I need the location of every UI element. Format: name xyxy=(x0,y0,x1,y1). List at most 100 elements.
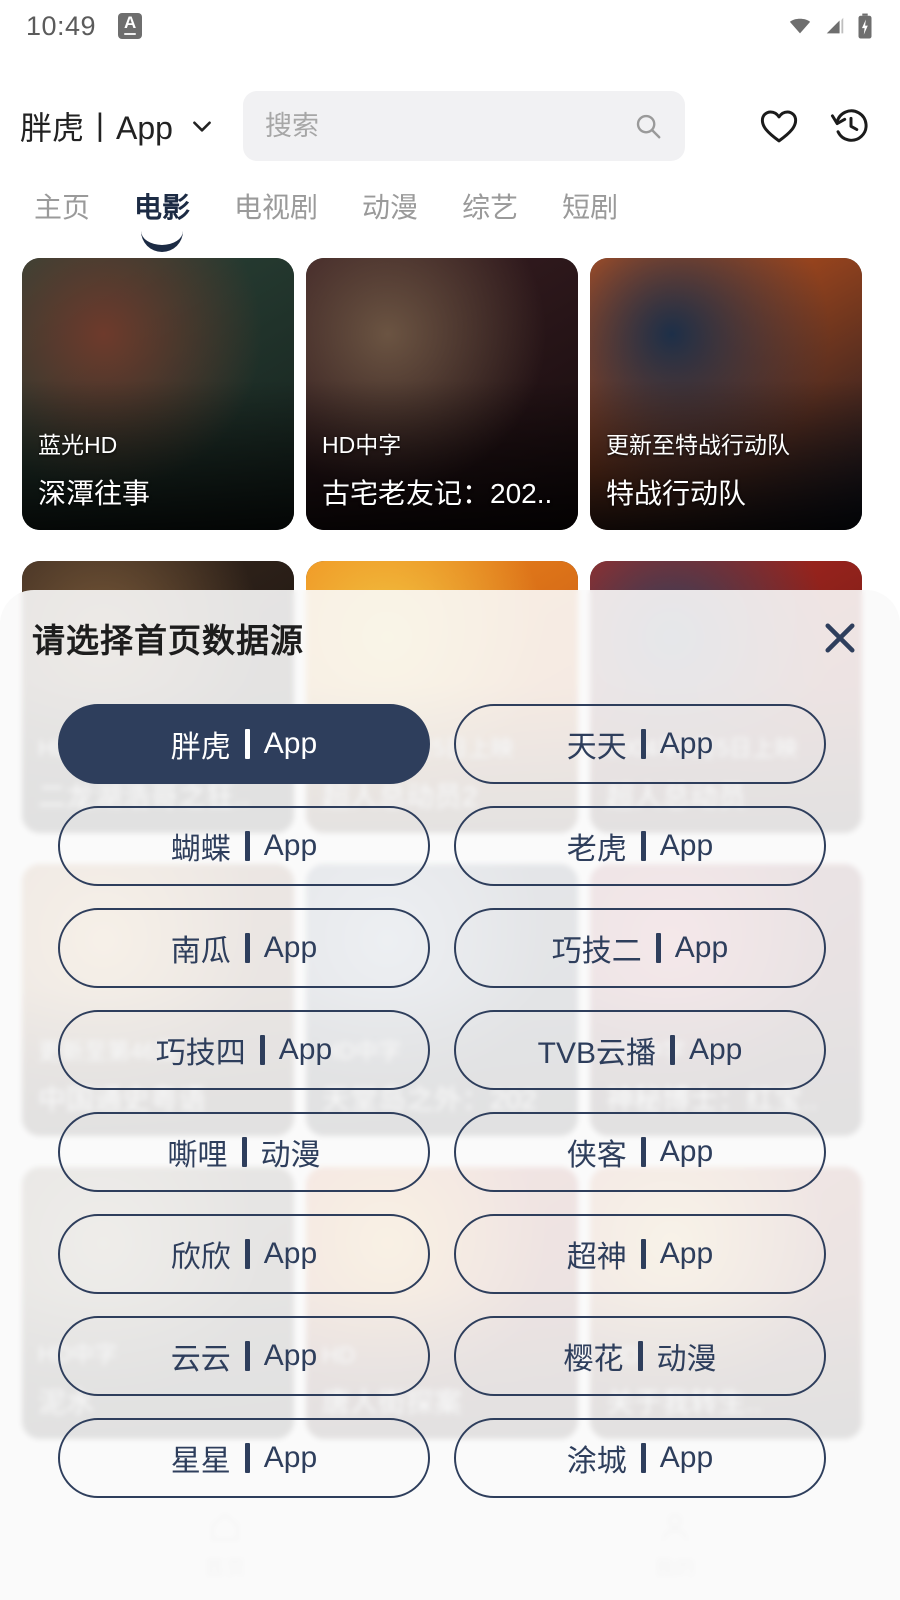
status-bar: 10:49 A xyxy=(0,0,900,52)
option-name: 涂城 xyxy=(566,1445,627,1478)
close-button[interactable] xyxy=(812,610,868,666)
data-source-option[interactable]: 胖虎 App xyxy=(58,704,430,784)
search-input[interactable] xyxy=(264,110,633,142)
option-kind: App xyxy=(674,931,729,964)
poster-badge: 更新至特战行动队 xyxy=(606,432,790,458)
data-source-option[interactable]: 云云 App xyxy=(58,1316,430,1396)
poster-title: 深潭往事 xyxy=(38,478,151,509)
option-kind: App xyxy=(263,1237,318,1270)
history-icon[interactable] xyxy=(830,105,872,147)
option-separator xyxy=(640,1443,646,1473)
signal-icon xyxy=(826,17,844,34)
status-icons xyxy=(786,13,874,39)
data-source-sheet: 请选择首页数据源 胖虎 App 天天 App 蝴蝶 App 老虎 App 南瓜 App 巧技二 App… xyxy=(0,590,900,1600)
option-kind: App xyxy=(659,829,714,862)
option-name: 天天 xyxy=(566,731,627,764)
option-separator xyxy=(241,1137,247,1167)
source-picker-button[interactable]: 胖虎丨App xyxy=(20,103,215,149)
option-separator xyxy=(669,1035,675,1065)
poster-card[interactable]: 蓝光HD 深潭往事 xyxy=(22,258,294,530)
data-source-option[interactable]: 巧技四 App xyxy=(58,1010,430,1090)
wifi-icon xyxy=(789,18,811,34)
option-separator xyxy=(244,1239,250,1269)
option-name: 巧技四 xyxy=(155,1037,246,1070)
tab-5[interactable]: 短剧 xyxy=(562,186,618,226)
option-kind: App xyxy=(659,1237,714,1270)
tab-1[interactable]: 电影 xyxy=(134,186,190,226)
top-bar: 胖虎丨App xyxy=(0,86,900,166)
option-separator xyxy=(259,1035,265,1065)
poster-badge: 蓝光HD xyxy=(38,432,118,458)
option-kind: App xyxy=(688,1033,743,1066)
option-separator xyxy=(244,1443,250,1473)
option-name: 星星 xyxy=(170,1445,231,1478)
option-name: 超神 xyxy=(566,1241,627,1274)
option-name: 樱花 xyxy=(563,1343,624,1376)
option-separator xyxy=(244,1341,250,1371)
chevron-down-icon xyxy=(193,121,211,132)
poster-title: 特战行动队 xyxy=(606,478,747,509)
option-name: 巧技二 xyxy=(551,935,642,968)
option-name: 欣欣 xyxy=(170,1241,231,1274)
option-separator xyxy=(640,1239,646,1269)
data-source-option[interactable]: 巧技二 App xyxy=(454,908,826,988)
heart-icon[interactable] xyxy=(758,105,800,147)
option-separator xyxy=(655,933,661,963)
battery-charging-icon xyxy=(858,13,872,39)
option-kind: App xyxy=(263,727,318,760)
option-separator xyxy=(640,729,646,759)
option-separator xyxy=(244,831,250,861)
option-name: 老虎 xyxy=(566,833,627,866)
option-separator xyxy=(640,831,646,861)
data-source-option[interactable]: 樱花 动漫 xyxy=(454,1316,826,1396)
option-kind: App xyxy=(659,727,714,760)
option-kind: App xyxy=(263,1441,318,1474)
tab-0[interactable]: 主页 xyxy=(34,186,90,226)
app-badge-icon: A xyxy=(118,13,143,39)
option-kind: 动漫 xyxy=(656,1343,717,1376)
data-source-option[interactable]: 天天 App xyxy=(454,704,826,784)
search-box[interactable] xyxy=(242,91,685,161)
option-separator xyxy=(640,1137,646,1167)
option-name: 云云 xyxy=(170,1343,231,1376)
option-name: 胖虎 xyxy=(170,731,231,764)
option-name: 侠客 xyxy=(566,1139,627,1172)
option-separator xyxy=(244,729,250,759)
data-source-option[interactable]: 星星 App xyxy=(58,1418,430,1498)
data-source-option[interactable]: 南瓜 App xyxy=(58,908,430,988)
app-root: 10:49 A 胖虎丨App 搜索 主页 电影 电视剧 动漫 综艺 短剧 蓝光H… xyxy=(0,0,900,1600)
data-source-option[interactable]: 欣欣 App xyxy=(58,1214,430,1294)
option-name: TVB云播 xyxy=(537,1037,656,1070)
tab-4[interactable]: 综艺 xyxy=(462,186,518,226)
data-source-options: 胖虎 App 天天 App 蝴蝶 App 老虎 App 南瓜 App 巧技二 App 巧技四 App TVB… xyxy=(0,686,900,1498)
data-source-option[interactable]: TVB云播 App xyxy=(454,1010,826,1090)
option-kind: App xyxy=(278,1033,333,1066)
close-icon xyxy=(825,623,855,653)
option-separator xyxy=(244,933,250,963)
data-source-option[interactable]: 涂城 App xyxy=(454,1418,826,1498)
option-name: 嘶哩 xyxy=(167,1139,228,1172)
top-bar-actions xyxy=(758,105,880,147)
data-source-option[interactable]: 嘶哩 动漫 xyxy=(58,1112,430,1192)
status-time: 10:49 xyxy=(26,10,97,41)
poster-badge: HD中字 xyxy=(322,432,402,458)
option-kind: App xyxy=(263,931,318,964)
poster-card[interactable]: HD中字古宅老友记：202.. xyxy=(306,258,578,530)
search-icon[interactable] xyxy=(633,111,663,141)
option-kind: 动漫 xyxy=(260,1139,321,1172)
poster-card[interactable]: 更新至特战行动队特战行动队 xyxy=(590,258,862,530)
option-name: 南瓜 xyxy=(170,935,231,968)
option-kind: App xyxy=(659,1441,714,1474)
poster-title: 古宅老友记：202.. xyxy=(322,478,553,509)
option-kind: App xyxy=(659,1135,714,1168)
tab-3[interactable]: 动漫 xyxy=(362,186,418,226)
option-kind: App xyxy=(263,829,318,862)
tab-2[interactable]: 电视剧 xyxy=(234,186,318,226)
sheet-title: 请选择首页数据源 xyxy=(32,622,304,659)
data-source-option[interactable]: 超神 App xyxy=(454,1214,826,1294)
option-separator xyxy=(637,1341,643,1371)
option-name: 蝴蝶 xyxy=(170,833,231,866)
data-source-option[interactable]: 蝴蝶 App xyxy=(58,806,430,886)
data-source-option[interactable]: 侠客 App xyxy=(454,1112,826,1192)
data-source-option[interactable]: 老虎 App xyxy=(454,806,826,886)
